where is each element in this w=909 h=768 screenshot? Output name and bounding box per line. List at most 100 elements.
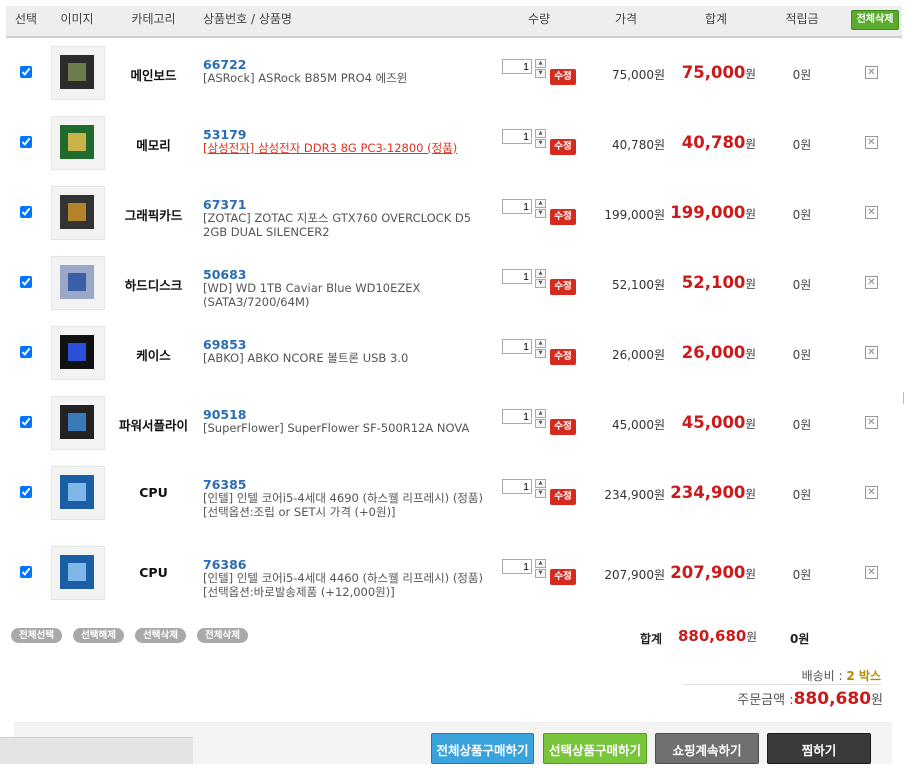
arrow-down-icon[interactable]: ▼ xyxy=(535,209,546,218)
quantity-stepper[interactable]: ▲ ▼ xyxy=(535,479,546,499)
modify-button[interactable]: 수정 xyxy=(550,349,576,365)
delete-all-button[interactable]: 전체삭제 xyxy=(197,628,248,643)
row-points: 0원 xyxy=(792,208,812,222)
row-points: 0원 xyxy=(792,488,812,502)
arrow-down-icon[interactable]: ▼ xyxy=(535,139,546,148)
arrow-up-icon[interactable]: ▲ xyxy=(535,199,546,208)
arrow-up-icon[interactable]: ▲ xyxy=(535,339,546,348)
buy-all-button[interactable]: 전체상품구매하기 xyxy=(431,733,534,764)
product-code[interactable]: 69853 xyxy=(203,337,247,352)
buy-selected-button[interactable]: 선택상품구매하기 xyxy=(543,733,647,764)
divider xyxy=(683,684,881,685)
arrow-down-icon[interactable]: ▼ xyxy=(535,349,546,358)
product-code[interactable]: 76386 xyxy=(203,557,247,572)
product-code[interactable]: 66722 xyxy=(203,57,247,72)
product-name[interactable]: [WD] WD 1TB Caviar Blue WD10EZEX (SATA3/… xyxy=(203,281,488,309)
product-name[interactable]: [SuperFlower] SuperFlower SF-500R12A NOV… xyxy=(203,421,488,435)
line-total-value: 52,100 xyxy=(681,273,746,292)
quantity-stepper[interactable]: ▲ ▼ xyxy=(535,59,546,79)
product-name[interactable]: [인텔] 인텔 코어i5-4세대 4460 (하스웰 리프레시) (정품) [선… xyxy=(203,571,488,599)
arrow-up-icon[interactable]: ▲ xyxy=(535,479,546,488)
product-thumbnail[interactable] xyxy=(51,466,105,520)
arrow-down-icon[interactable]: ▼ xyxy=(535,69,546,78)
quantity-input[interactable] xyxy=(502,339,532,354)
modify-button[interactable]: 수정 xyxy=(550,419,576,435)
arrow-down-icon[interactable]: ▼ xyxy=(535,419,546,428)
select-all-button[interactable]: 전체선택 xyxy=(11,628,62,643)
product-thumbnail[interactable] xyxy=(51,186,105,240)
product-thumbnail[interactable] xyxy=(51,546,105,600)
deselect-button[interactable]: 선택해제 xyxy=(73,628,124,643)
delete-selected-button[interactable]: 선택삭제 xyxy=(135,628,186,643)
product-thumbnail[interactable] xyxy=(51,326,105,380)
product-thumbnail[interactable] xyxy=(51,116,105,170)
close-icon[interactable]: ✕ xyxy=(865,136,878,149)
close-icon[interactable]: ✕ xyxy=(865,566,878,579)
quantity-input[interactable] xyxy=(502,479,532,494)
quantity-input[interactable] xyxy=(502,59,532,74)
product-code[interactable]: 76385 xyxy=(203,477,247,492)
row-checkbox[interactable] xyxy=(20,416,32,428)
row-checkbox[interactable] xyxy=(20,136,32,148)
product-thumbnail[interactable] xyxy=(51,46,105,100)
arrow-up-icon[interactable]: ▲ xyxy=(535,409,546,418)
quantity-input[interactable] xyxy=(502,559,532,574)
quantity-stepper[interactable]: ▲ ▼ xyxy=(535,199,546,219)
quantity-stepper[interactable]: ▲ ▼ xyxy=(535,339,546,359)
row-checkbox[interactable] xyxy=(20,346,32,358)
arrow-up-icon[interactable]: ▲ xyxy=(535,59,546,68)
product-code[interactable]: 50683 xyxy=(203,267,247,282)
modify-button[interactable]: 수정 xyxy=(550,569,576,585)
quantity-input[interactable] xyxy=(502,129,532,144)
product-name[interactable]: [인텔] 인텔 코어i5-4세대 4690 (하스웰 리프레시) (정품) [선… xyxy=(203,491,488,519)
arrow-down-icon[interactable]: ▼ xyxy=(535,489,546,498)
arrow-up-icon[interactable]: ▲ xyxy=(535,559,546,568)
modify-button[interactable]: 수정 xyxy=(550,489,576,505)
arrow-up-icon[interactable]: ▲ xyxy=(535,129,546,138)
quantity-input[interactable] xyxy=(502,409,532,424)
line-total-value: 199,000 xyxy=(670,203,746,222)
row-checkbox[interactable] xyxy=(20,276,32,288)
close-icon[interactable]: ✕ xyxy=(865,416,878,429)
won-unit: 원 xyxy=(745,487,756,501)
arrow-down-icon[interactable]: ▼ xyxy=(535,569,546,578)
modify-button[interactable]: 수정 xyxy=(550,209,576,225)
product-code[interactable]: 67371 xyxy=(203,197,247,212)
row-checkbox[interactable] xyxy=(20,566,32,578)
close-icon[interactable]: ✕ xyxy=(865,346,878,359)
close-icon[interactable]: ✕ xyxy=(865,276,878,289)
product-name[interactable]: [ASRock] ASRock B85M PRO4 에즈윈 xyxy=(203,71,488,85)
quantity-stepper[interactable]: ▲ ▼ xyxy=(535,559,546,579)
category-label: CPU xyxy=(139,565,168,580)
product-thumbnail[interactable] xyxy=(51,256,105,310)
close-icon[interactable]: ✕ xyxy=(865,206,878,219)
quantity-input[interactable] xyxy=(502,269,532,284)
close-icon[interactable]: ✕ xyxy=(865,486,878,499)
product-name[interactable]: [삼성전자] 삼성전자 DDR3 8G PC3-12800 (정품) xyxy=(203,141,488,155)
continue-shopping-button[interactable]: 쇼핑계속하기 xyxy=(655,733,759,764)
quantity-stepper[interactable]: ▲ ▼ xyxy=(535,269,546,289)
modify-button[interactable]: 수정 xyxy=(550,139,576,155)
quantity-input[interactable] xyxy=(502,199,532,214)
row-checkbox[interactable] xyxy=(20,486,32,498)
close-icon[interactable]: ✕ xyxy=(865,66,878,79)
row-checkbox[interactable] xyxy=(20,206,32,218)
modify-button[interactable]: 수정 xyxy=(550,69,576,85)
arrow-up-icon[interactable]: ▲ xyxy=(535,269,546,278)
line-total-value: 75,000 xyxy=(681,63,746,82)
delete-all-button-top[interactable]: 전체삭제 xyxy=(851,10,899,30)
won-unit: 원 xyxy=(745,67,756,81)
product-name[interactable]: [ZOTAC] ZOTAC 지포스 GTX760 OVERCLOCK D5 2G… xyxy=(203,211,488,239)
quantity-stepper[interactable]: ▲ ▼ xyxy=(535,409,546,429)
product-code[interactable]: 90518 xyxy=(203,407,247,422)
product-code[interactable]: 53179 xyxy=(203,127,247,142)
row-checkbox[interactable] xyxy=(20,66,32,78)
product-thumbnail[interactable] xyxy=(51,396,105,450)
arrow-down-icon[interactable]: ▼ xyxy=(535,279,546,288)
quantity-stepper[interactable]: ▲ ▼ xyxy=(535,129,546,149)
unit-price: 40,780원 xyxy=(611,138,665,152)
horizontal-scrollbar[interactable] xyxy=(0,737,193,764)
modify-button[interactable]: 수정 xyxy=(550,279,576,295)
product-name[interactable]: [ABKO] ABKO NCORE 볼트론 USB 3.0 xyxy=(203,351,488,365)
wishlist-button[interactable]: 찜하기 xyxy=(767,733,871,764)
